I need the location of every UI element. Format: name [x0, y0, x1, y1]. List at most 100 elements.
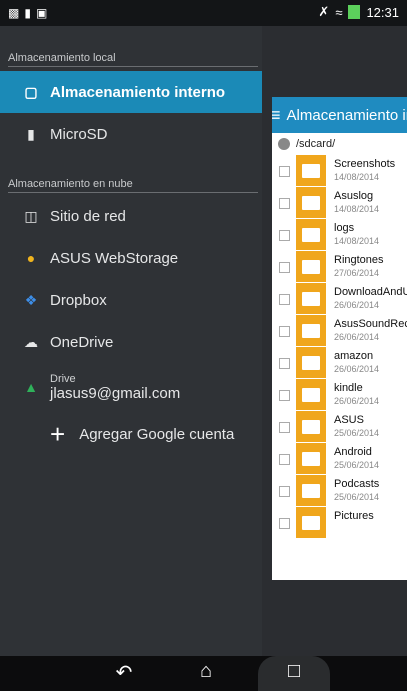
recent-apps-icon[interactable]: □	[274, 660, 314, 683]
file-row[interactable]: Pictures	[272, 507, 407, 539]
file-list: /sdcard/ Screenshots 14/08/2014 Asuslog 14/…	[272, 133, 407, 580]
file-row[interactable]: ASUS 25/06/2014	[272, 411, 407, 443]
drawer-item-label: MicroSD	[50, 125, 108, 143]
mute-icon: ✗	[318, 4, 330, 19]
drawer-item-microsd[interactable]: ▮ MicroSD	[0, 113, 262, 155]
file-row[interactable]: Ringtones 27/06/2014	[272, 251, 407, 283]
divider	[8, 66, 258, 67]
folder-icon	[296, 219, 326, 251]
drawer-item-label: Sitio de red	[50, 207, 126, 225]
folder-icon	[296, 443, 326, 475]
select-checkbox[interactable]	[279, 485, 290, 497]
select-checkbox[interactable]	[279, 389, 290, 401]
dropbox-icon: ❖	[24, 291, 38, 308]
drive-email: jlasus9@gmail.com	[50, 384, 181, 402]
file-row[interactable]: logs 14/08/2014	[272, 219, 407, 251]
drawer-item-label: Almacenamiento interno	[50, 83, 226, 101]
folder-icon	[296, 283, 326, 315]
cloud-storage-heading: Almacenamiento en nube	[8, 178, 133, 190]
select-checkbox[interactable]	[279, 229, 290, 241]
drawer-item-onedrive[interactable]: ☁ OneDrive	[0, 321, 262, 363]
file-name: Asuslog	[334, 190, 374, 202]
battery-icon	[348, 5, 361, 19]
file-name: Android	[334, 446, 372, 458]
select-checkbox[interactable]	[279, 197, 290, 209]
folder-icon	[296, 411, 326, 443]
add-google-account-button[interactable]: + Agregar Google cuenta	[0, 413, 262, 455]
drawer-item-label: OneDrive	[50, 333, 114, 351]
file-date: 14/08/2014	[334, 172, 380, 182]
webstorage-icon: ●	[26, 250, 36, 266]
image-icon: ▣	[35, 6, 48, 20]
file-row[interactable]: kindle 26/06/2014	[272, 379, 407, 411]
select-checkbox[interactable]	[279, 293, 290, 305]
drawer-item-google-drive[interactable]: ▲ Drive jlasus9@gmail.com	[0, 363, 262, 411]
file-row[interactable]: DownloadAndU 26/06/2014	[272, 283, 407, 315]
drawer-item-label: Dropbox	[50, 291, 107, 309]
navigation-drawer: Almacenamiento local ▢ Almacenamiento in…	[0, 26, 262, 656]
select-checkbox[interactable]	[279, 261, 290, 273]
wifi-icon: ≈	[335, 4, 343, 20]
file-row[interactable]: AsusSoundReco 26/06/2014	[272, 315, 407, 347]
file-date: 25/06/2014	[334, 428, 380, 438]
google-drive-icon: ▲	[24, 379, 38, 395]
add-google-label: Agregar Google cuenta	[79, 425, 235, 443]
back-icon[interactable]: ↶	[104, 660, 144, 685]
drive-label: Drive	[50, 372, 76, 385]
drawer-item-dropbox[interactable]: ❖ Dropbox	[0, 279, 262, 321]
onedrive-icon: ☁	[24, 333, 38, 350]
network-icon: ◫	[24, 207, 38, 224]
select-checkbox[interactable]	[279, 165, 290, 177]
file-name: logs	[334, 222, 355, 234]
microsd-icon: ▮	[27, 125, 35, 142]
storage-icon	[278, 138, 290, 150]
home-icon[interactable]: ⌂	[186, 660, 226, 683]
screen: ▩ ▮ ▣ ✗ ≈ 12:31 ≡ Almacenamiento in /sdc…	[0, 0, 407, 691]
file-date: 25/06/2014	[334, 492, 380, 502]
path-text: /sdcard/	[296, 138, 336, 150]
drawer-item-asus-webstorage[interactable]: ● ASUS WebStorage	[0, 237, 262, 279]
file-row[interactable]: Podcasts 25/06/2014	[272, 475, 407, 507]
file-date: 26/06/2014	[334, 396, 380, 406]
file-name: Podcasts	[334, 478, 380, 490]
file-date: 14/08/2014	[334, 236, 380, 246]
file-date: 26/06/2014	[334, 300, 380, 310]
folder-icon	[296, 379, 326, 411]
folder-icon	[296, 251, 326, 283]
file-row[interactable]: Android 25/06/2014	[272, 443, 407, 475]
file-name: amazon	[334, 350, 374, 362]
file-date: 26/06/2014	[334, 364, 380, 374]
status-bar: ▩ ▮ ▣ ✗ ≈ 12:31	[0, 0, 407, 26]
file-manager-title: Almacenamiento in	[286, 106, 407, 124]
select-checkbox[interactable]	[279, 517, 290, 529]
drawer-item-network[interactable]: ◫ Sitio de red	[0, 195, 262, 237]
file-row[interactable]: amazon 26/06/2014	[272, 347, 407, 379]
file-name: DownloadAndU	[334, 286, 407, 298]
drawer-item-label: ASUS WebStorage	[50, 249, 179, 267]
sd-card-icon: ▢	[24, 83, 38, 100]
file-row[interactable]: Screenshots 14/08/2014	[272, 155, 407, 187]
folder-icon	[296, 155, 326, 187]
select-checkbox[interactable]	[279, 357, 290, 369]
folder-icon	[296, 347, 326, 379]
path-bar[interactable]: /sdcard/	[272, 133, 407, 155]
file-manager-header[interactable]: ≡ Almacenamiento in	[272, 97, 407, 133]
local-storage-heading: Almacenamiento local	[8, 52, 116, 64]
select-checkbox[interactable]	[279, 421, 290, 433]
file-date: 26/06/2014	[334, 332, 380, 342]
file-name: ASUS	[334, 414, 364, 426]
file-row[interactable]: Asuslog 14/08/2014	[272, 187, 407, 219]
select-checkbox[interactable]	[279, 325, 290, 337]
folder-icon	[296, 507, 326, 539]
sim-icon: ▩	[8, 6, 20, 20]
divider	[8, 192, 258, 193]
select-checkbox[interactable]	[279, 453, 290, 465]
file-date: 25/06/2014	[334, 460, 380, 470]
file-date: 14/08/2014	[334, 204, 380, 214]
folder-icon	[296, 187, 326, 219]
plus-icon: +	[50, 418, 66, 449]
drawer-item-internal-storage[interactable]: ▢ Almacenamiento interno	[0, 71, 262, 113]
file-name: AsusSoundReco	[334, 318, 407, 330]
file-name: Screenshots	[334, 158, 396, 170]
menu-icon[interactable]: ≡	[272, 105, 281, 126]
